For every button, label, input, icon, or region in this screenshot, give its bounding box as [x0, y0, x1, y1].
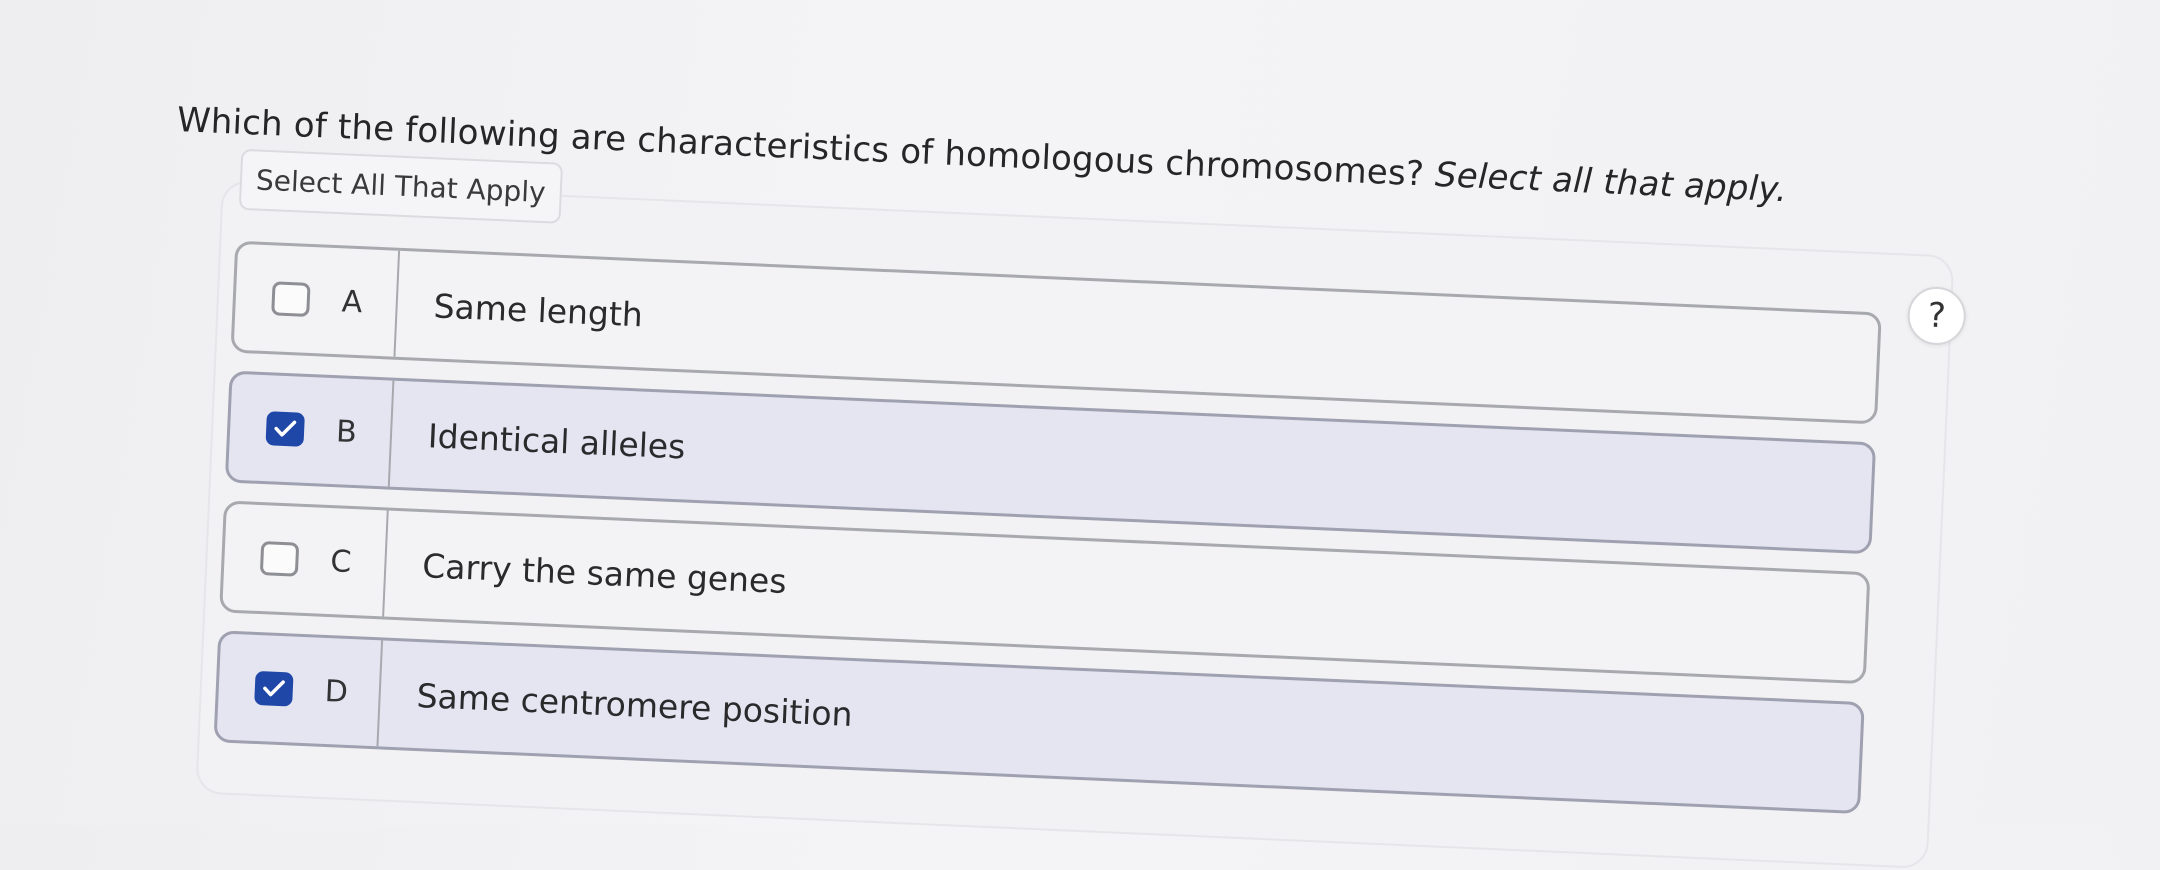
option-c-letter: C: [329, 543, 353, 580]
option-b-selector: B: [227, 373, 395, 487]
checkmark-icon: [263, 680, 285, 697]
option-b-checkbox[interactable]: [265, 411, 305, 447]
option-d-checkbox[interactable]: [254, 670, 294, 707]
option-c-selector: C: [222, 503, 389, 617]
select-all-label: Select All That Apply: [238, 148, 563, 224]
option-c-text: Carry the same genes: [421, 545, 788, 601]
page: Which of the following are characteristi…: [0, 0, 2160, 870]
option-d-text: Same centromere position: [415, 675, 854, 734]
option-d-letter: D: [324, 673, 349, 710]
question-hint: Select all that apply.: [1434, 154, 1788, 211]
option-c-checkbox[interactable]: [259, 541, 300, 577]
option-a-selector: A: [233, 243, 401, 357]
question-mark-icon[interactable]: ?: [1906, 285, 1967, 347]
option-a-text: Same length: [432, 285, 644, 334]
options-list: A Same length B Identical alleles C Carr…: [213, 240, 1882, 832]
option-a-checkbox[interactable]: [271, 281, 311, 317]
option-d-selector: D: [216, 633, 384, 747]
option-b-text: Identical alleles: [427, 415, 687, 466]
option-a-letter: A: [341, 283, 364, 320]
checkmark-icon: [274, 420, 297, 437]
answer-panel: Select All That Apply ? A Same length B …: [195, 148, 1967, 870]
option-b-letter: B: [335, 413, 358, 450]
